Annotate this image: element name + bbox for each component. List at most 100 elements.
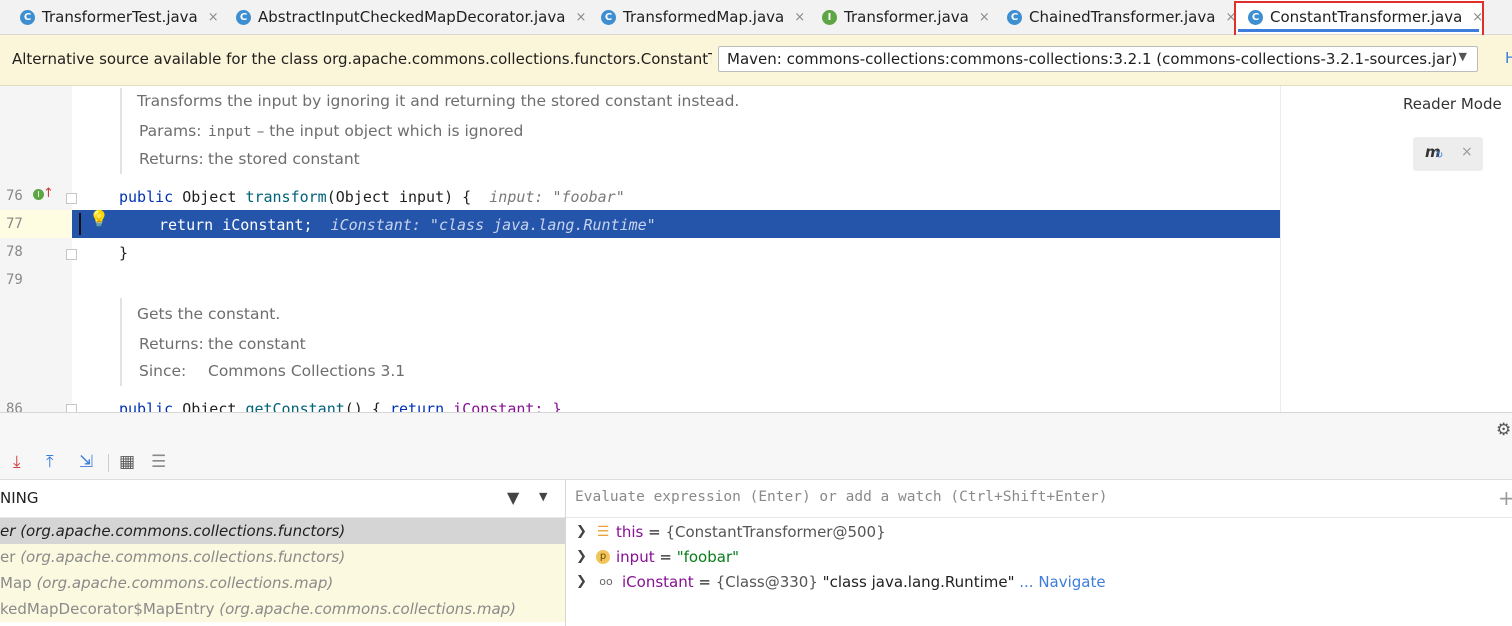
chevron-right-icon[interactable]: ❯ xyxy=(576,574,594,589)
fold-icon[interactable] xyxy=(66,193,77,204)
frame-name: er xyxy=(0,522,16,540)
frame-name: Map xyxy=(0,574,32,592)
step-into-icon[interactable]: ⤓ xyxy=(13,452,21,472)
frame-package: (org.apache.commons.collections.map) xyxy=(219,600,517,618)
banner-message: Alternative source available for the cla… xyxy=(12,50,712,68)
debug-panel-header xyxy=(0,413,1512,447)
variable-row[interactable]: ❯ oo iConstant = {Class@330} "class java… xyxy=(576,569,1106,594)
class-icon: C xyxy=(236,9,251,25)
variables-panel: Evaluate expression (Enter) or add a wat… xyxy=(566,480,1512,626)
navigate-link[interactable]: ... Navigate xyxy=(1014,573,1105,591)
code-line-76: public Object transform(Object input) { … xyxy=(119,188,625,206)
banner-link[interactable]: H xyxy=(1505,49,1512,67)
doc-since-label: Since: xyxy=(139,362,187,380)
close-icon[interactable]: × xyxy=(575,10,586,25)
evaluate-expression-icon[interactable]: ▦ xyxy=(119,452,135,472)
code-line-86: public Object getConstant() { return iCo… xyxy=(119,400,562,412)
alternative-source-banner: Alternative source available for the cla… xyxy=(0,35,1512,86)
run-to-cursor-icon[interactable]: ⇲ xyxy=(79,452,93,472)
field-icon: ☰ xyxy=(596,523,610,540)
doc-params-name: input xyxy=(208,124,252,140)
doc-since: Commons Collections 3.1 xyxy=(208,362,406,380)
gear-icon[interactable]: ⚙ xyxy=(1496,420,1511,440)
code-method: getConstant xyxy=(245,400,345,412)
fold-icon[interactable] xyxy=(66,404,77,412)
toolbar-divider xyxy=(108,454,109,472)
thread-state[interactable]: NING xyxy=(0,489,39,507)
source-select-dropdown[interactable]: Maven: commons-collections:commons-colle… xyxy=(718,46,1478,72)
doc-returns: the stored constant xyxy=(208,150,360,168)
code-line-78: } xyxy=(119,244,129,262)
code-keyword: return xyxy=(389,400,445,412)
class-icon: C xyxy=(601,9,616,25)
stack-frame[interactable]: kedMapDecorator$MapEntry (org.apache.com… xyxy=(0,596,566,622)
class-icon: C xyxy=(20,9,35,25)
frame-name: kedMapDecorator$MapEntry xyxy=(0,600,215,618)
variable-eq: = xyxy=(654,547,677,566)
doc-params-desc: – the input object which is ignored xyxy=(251,122,524,140)
code-text: iConstant; xyxy=(213,216,313,234)
tab-chainedtransformer[interactable]: C ChainedTransformer.java × xyxy=(1007,0,1236,34)
variable-value: "foobar" xyxy=(676,547,740,566)
code-text: () { xyxy=(344,400,390,412)
source-select-value: Maven: commons-collections:commons-colle… xyxy=(727,50,1458,68)
frame-package: (org.apache.commons.collections.functors… xyxy=(20,522,346,540)
filter-icon[interactable]: ▼ xyxy=(507,488,519,507)
tab-transformer[interactable]: I Transformer.java × xyxy=(822,0,990,34)
override-arrow-icon[interactable]: ↑ xyxy=(43,186,54,201)
variable-name: this xyxy=(616,522,644,541)
chevron-right-icon[interactable]: ❯ xyxy=(576,524,594,539)
reader-mode-toggle[interactable]: Reader Mode xyxy=(1403,95,1502,113)
maven-reload-popup: m ↻ × xyxy=(1413,137,1483,171)
tab-transformedmap[interactable]: C TransformedMap.java × xyxy=(601,0,805,34)
line-number: 86 xyxy=(6,401,23,412)
watch-glasses-icon: oo xyxy=(599,575,613,588)
stack-frame[interactable]: Map (org.apache.commons.collections.map) xyxy=(0,570,566,596)
variable-value: {ConstantTransformer@500} xyxy=(665,522,886,541)
code-keyword: public xyxy=(119,188,174,206)
fold-icon[interactable] xyxy=(66,249,77,260)
trace-icon[interactable]: ☰ xyxy=(151,452,166,472)
code-method: transform xyxy=(245,188,327,206)
stack-frame[interactable]: er (org.apache.commons.collections.funct… xyxy=(0,518,566,544)
close-icon[interactable]: × xyxy=(208,10,219,25)
tab-transformertest[interactable]: C TransformerTest.java × xyxy=(20,0,219,34)
highlight-frame xyxy=(1234,1,1484,39)
editor-right-area xyxy=(1280,86,1512,412)
debug-toolbar: ⤓ ⤒ ⇲ ▦ ☰ xyxy=(0,447,1512,480)
variable-eq: = xyxy=(693,572,716,591)
stack-frame[interactable]: er (org.apache.commons.collections.funct… xyxy=(0,544,566,570)
variable-row[interactable]: ❯ ☰ this = {ConstantTransformer@500} xyxy=(576,519,886,544)
line-number: 78 xyxy=(6,244,23,260)
lightbulb-icon[interactable]: 💡 xyxy=(89,209,109,228)
add-watch-icon[interactable]: + xyxy=(1498,486,1512,510)
frame-package: (org.apache.commons.collections.functors… xyxy=(20,548,346,566)
frame-package: (org.apache.commons.collections.map) xyxy=(36,574,334,592)
chevron-down-icon[interactable]: ▼ xyxy=(539,490,547,503)
doc-params: input – the input object which is ignore… xyxy=(208,122,523,140)
line-number: 76 xyxy=(6,188,23,204)
variable-eq: = xyxy=(643,522,666,541)
code-keyword: return xyxy=(159,216,214,234)
doc-summary: Transforms the input by ignoring it and … xyxy=(137,92,740,110)
line-number: 79 xyxy=(6,272,23,288)
variable-string-value: "class java.lang.Runtime" xyxy=(817,572,1015,591)
close-icon[interactable]: × xyxy=(1461,144,1473,160)
close-icon[interactable]: × xyxy=(794,10,805,25)
code-text: (Object input) { xyxy=(326,188,472,206)
parameter-icon: p xyxy=(596,549,610,564)
close-icon[interactable]: × xyxy=(979,10,990,25)
variable-name: input xyxy=(616,547,655,566)
chevron-right-icon[interactable]: ❯ xyxy=(576,549,594,564)
frames-panel: NING ▼ ▼ er (org.apache.commons.collecti… xyxy=(0,480,566,626)
tab-label: AbstractInputCheckedMapDecorator.java xyxy=(258,8,566,26)
watch-expression-input[interactable]: Evaluate expression (Enter) or add a wat… xyxy=(566,480,1512,518)
doc-returns-label: Returns: xyxy=(139,335,204,353)
code-text: iConstant; } xyxy=(444,400,562,412)
variable-value: {Class@330} xyxy=(715,572,818,591)
step-out-icon[interactable]: ⤒ xyxy=(46,452,54,472)
interface-icon: I xyxy=(822,9,837,25)
variable-row[interactable]: ❯ p input = "foobar" xyxy=(576,544,739,569)
tab-abstractinputcheckedmapdecorator[interactable]: C AbstractInputCheckedMapDecorator.java … xyxy=(236,0,586,34)
doc-comment-bar xyxy=(120,298,122,386)
